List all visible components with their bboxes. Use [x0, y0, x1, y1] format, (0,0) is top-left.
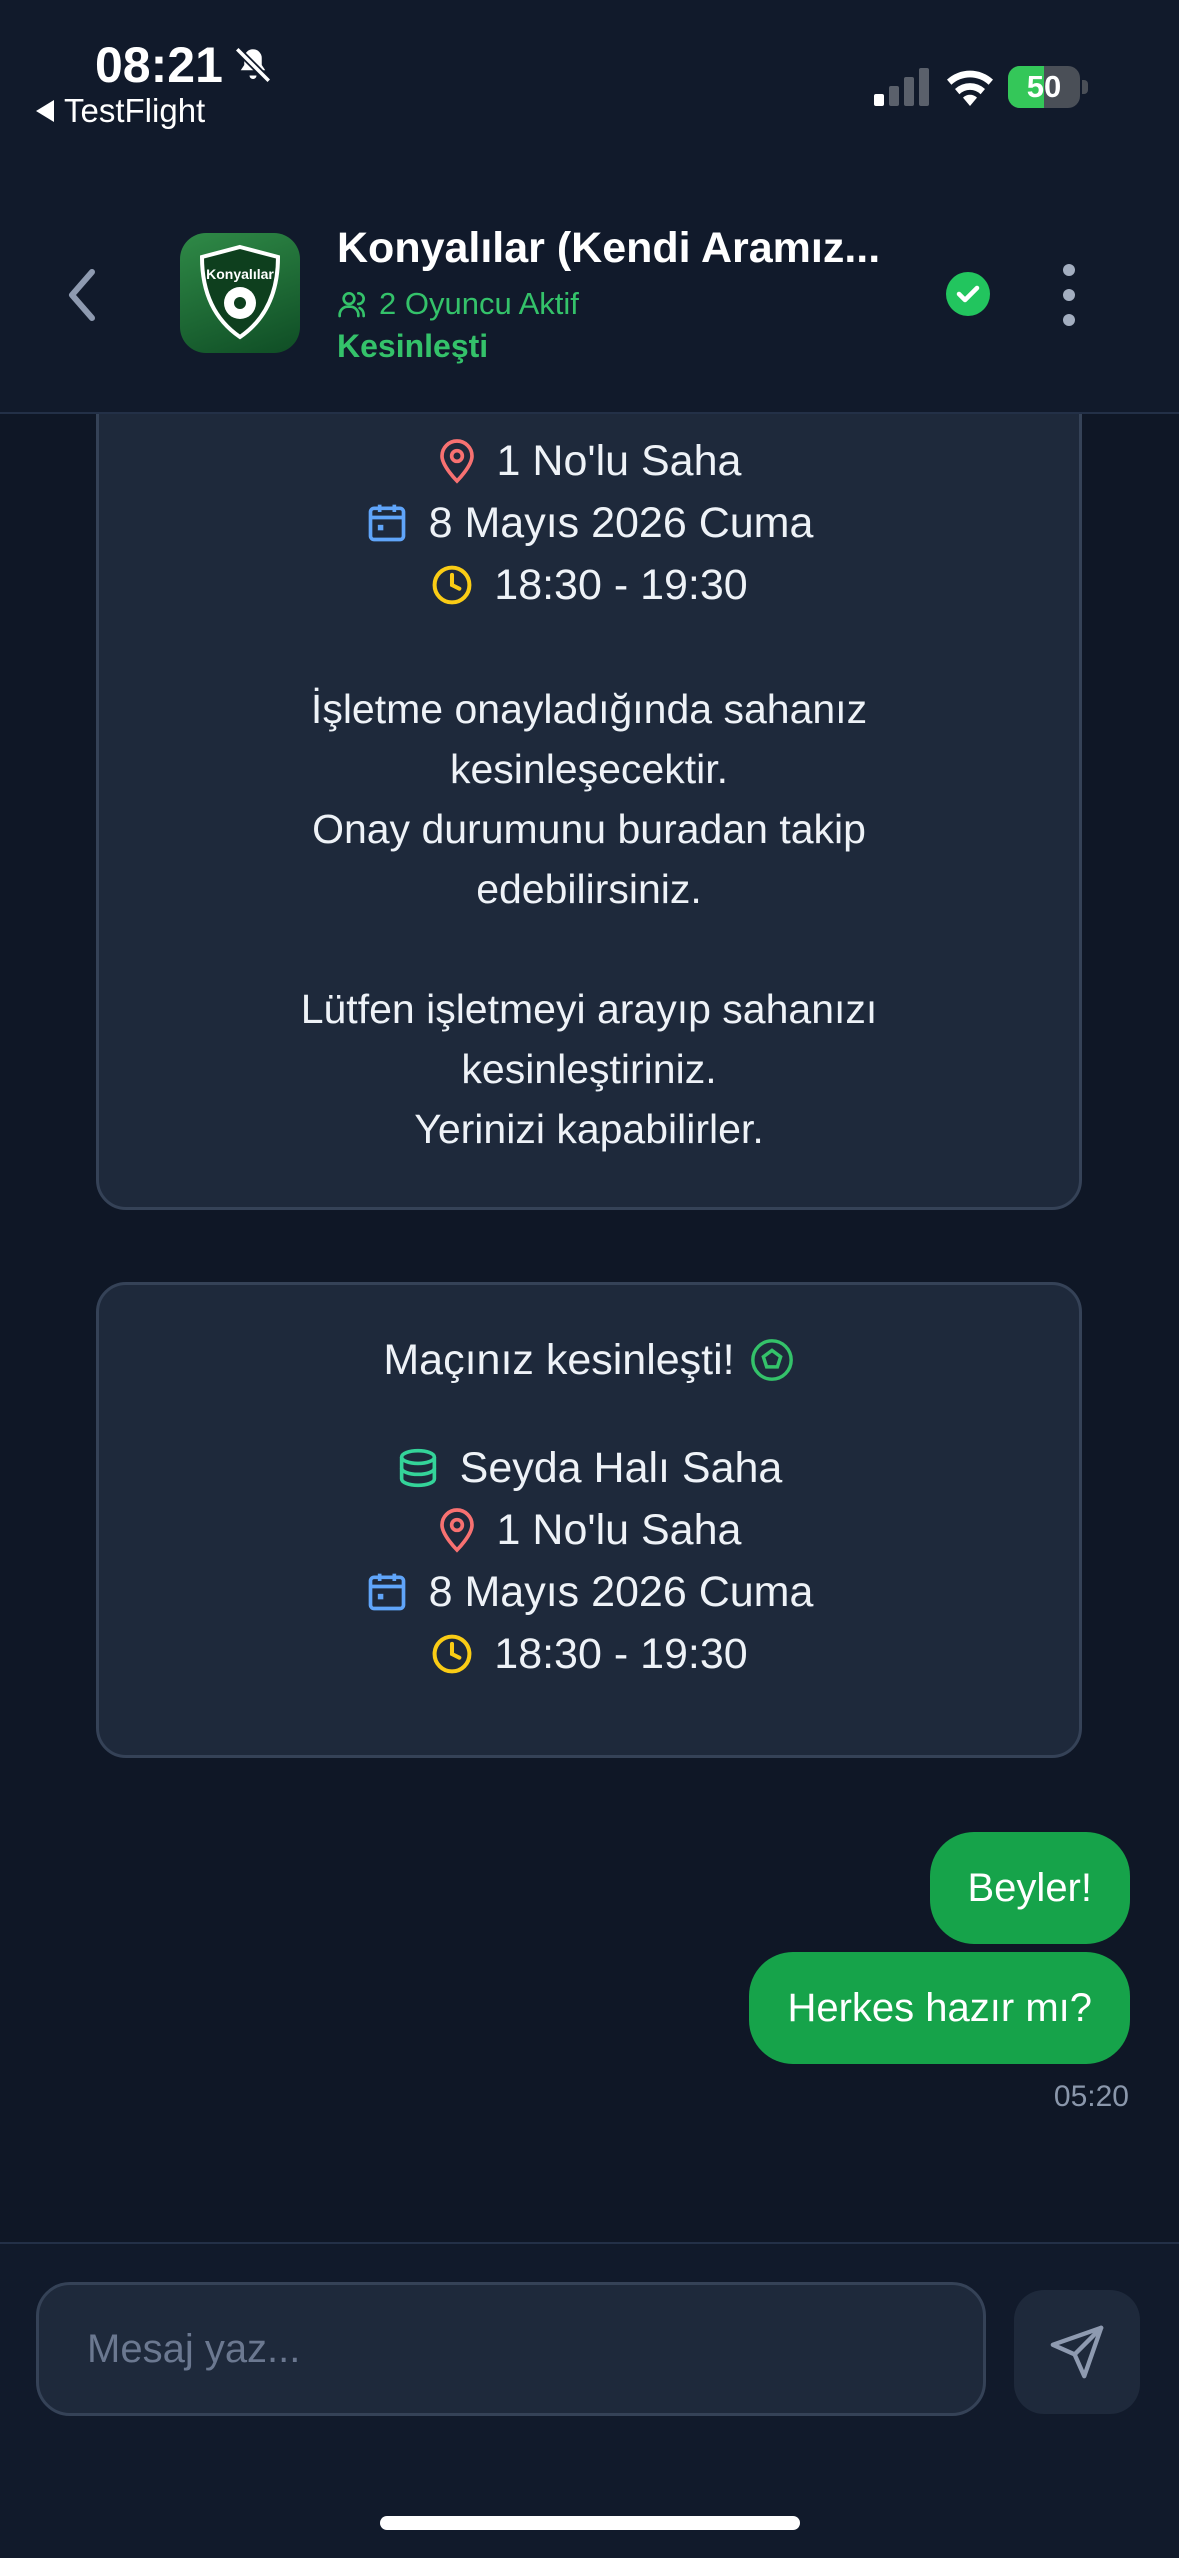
chat-title: Konyalılar (Kendi Aramız... — [337, 224, 881, 272]
card-time-text: 18:30 - 19:30 — [494, 560, 748, 609]
card-pitch-row: 1 No'lu Saha — [99, 431, 1079, 491]
send-button[interactable] — [1014, 2290, 1140, 2414]
wifi-icon — [947, 70, 993, 106]
battery-icon: 50 — [1008, 66, 1088, 108]
battery-level: 50 — [1026, 69, 1062, 104]
clock-icon — [432, 565, 472, 605]
map-pin-icon — [439, 1508, 474, 1553]
match-status: Kesinleşti — [337, 328, 489, 364]
card-title-row: Maçınız kesinleşti! — [99, 1325, 1079, 1395]
card-time-row: 18:30 - 19:30 — [99, 1623, 1079, 1685]
card-pitch-text: 1 No'lu Saha — [496, 436, 742, 485]
card-info-line: Yerinizi kapabilirler. — [414, 1106, 764, 1152]
card-title: Maçınız kesinleşti! — [383, 1335, 735, 1384]
back-triangle-icon — [36, 100, 54, 122]
card-pitch-text: 1 No'lu Saha — [496, 1505, 742, 1554]
back-app-label: TestFlight — [64, 92, 206, 129]
dots-vertical-icon[interactable] — [1055, 262, 1083, 328]
card-info-line: kesinleştiriniz. — [461, 1046, 717, 1092]
send-icon — [1050, 2325, 1104, 2379]
header-layer: 08:21 TestFlight 50 Konyalılar Konyalıla… — [0, 0, 1179, 412]
map-pin-icon — [439, 439, 474, 484]
sent-message-bubble[interactable]: Beyler! — [929, 1832, 1130, 1944]
sent-message-bubble[interactable]: Herkes hazır mı? — [749, 1952, 1130, 2064]
home-indicator — [380, 2516, 800, 2530]
card-info-line: Lütfen işletmeyi arayıp sahanızı — [300, 986, 878, 1032]
card-info-line: edebilirsiniz. — [476, 866, 702, 912]
team-avatar[interactable]: Konyalılar — [180, 233, 300, 353]
active-players-label: 2 Oyuncu Aktif — [379, 286, 579, 321]
card-venue-text: Seyda Halı Saha — [459, 1443, 783, 1492]
card-date-row: 8 Mayıs 2026 Cuma — [99, 493, 1079, 553]
card-time-row: 18:30 - 19:30 — [99, 555, 1079, 615]
card-date-row: 8 Mayıs 2026 Cuma — [99, 1561, 1079, 1623]
soccer-ball-icon — [750, 1339, 793, 1381]
active-players: 2 Oyuncu Aktif — [337, 286, 579, 322]
chevron-left-icon[interactable] — [58, 262, 108, 328]
card-info-line: İşletme onayladığında sahanız — [310, 686, 868, 732]
avatar-logo-text: Konyalılar — [206, 266, 274, 282]
card-date-text: 8 Mayıs 2026 Cuma — [428, 1567, 814, 1616]
users-icon — [338, 292, 365, 318]
calendar-icon — [368, 1573, 405, 1611]
message-input[interactable] — [36, 2282, 986, 2416]
card-date-text: 8 Mayıs 2026 Cuma — [428, 498, 814, 547]
clock-icon — [432, 1634, 472, 1674]
back-to-app-link[interactable]: TestFlight — [36, 92, 205, 130]
card-info-line: kesinleşecektir. — [449, 746, 728, 792]
card-venue-row: Seyda Halı Saha — [99, 1437, 1079, 1499]
check-circle-icon — [946, 272, 990, 316]
card-info-line: Onay durumunu buradan takip — [312, 806, 866, 852]
match-confirmed-card: Maçınız kesinleşti! Seyda Halı Saha 1 No… — [96, 1282, 1082, 1758]
team-shield-logo-icon: Konyalılar — [199, 244, 281, 340]
bell-slash-icon — [234, 46, 272, 84]
database-icon — [399, 1448, 436, 1488]
status-time: 08:21 — [95, 37, 223, 93]
card-time-text: 18:30 - 19:30 — [494, 1629, 748, 1678]
booking-pending-card: 1 No'lu Saha 8 Mayıs 2026 Cuma 18:30 - 1… — [96, 360, 1082, 1210]
message-timestamp: 05:20 — [1053, 2080, 1129, 2113]
calendar-icon — [368, 504, 405, 542]
card-pitch-row: 1 No'lu Saha — [99, 1499, 1079, 1561]
cellular-signal-icon — [874, 68, 929, 106]
